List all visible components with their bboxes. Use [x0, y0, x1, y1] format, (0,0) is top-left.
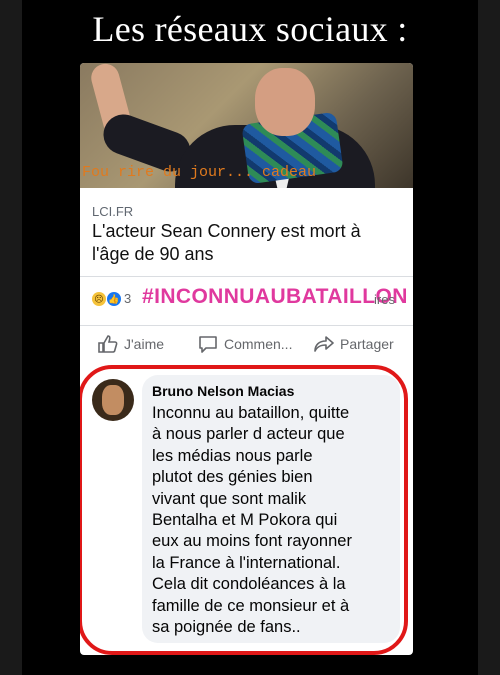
share-icon [314, 336, 334, 352]
hashtag-overlay: #INCONNUAUBATAILLON [142, 285, 408, 308]
commenter-name[interactable]: Bruno Nelson Macias [152, 383, 294, 399]
facebook-post-card: Fou rire du jour... cadeau LCI.FR L'acte… [80, 63, 413, 655]
comment-label: Commen... [224, 336, 293, 352]
comment-text: Inconnu au bataillon, quitte à nous parl… [152, 404, 352, 637]
share-button[interactable]: Partager [314, 335, 394, 353]
like-button[interactable]: J'aime [98, 335, 164, 353]
overlay-caption-text: Fou rire du jour... cadeau [82, 164, 317, 181]
like-label: J'aime [124, 336, 165, 352]
right-dark-panel [478, 0, 500, 675]
comment-icon [199, 336, 217, 353]
comments-count[interactable]: ires [374, 292, 395, 307]
comment: Bruno Nelson Macias Inconnu au bataillon… [80, 365, 413, 655]
story-title: Les réseaux sociaux : [92, 9, 408, 49]
share-label: Partager [340, 336, 394, 352]
commenter-avatar[interactable] [92, 379, 134, 421]
left-dark-panel [0, 0, 22, 675]
divider [80, 276, 413, 277]
link-headline[interactable]: L'acteur Sean Connery est mort à l'âge d… [92, 220, 402, 266]
reaction-summary[interactable]: ☹ 👍 3 [92, 291, 131, 306]
like-reaction-icon: 👍 [107, 291, 121, 306]
divider [80, 325, 413, 326]
comment-button[interactable]: Commen... [198, 335, 292, 353]
reaction-count: 3 [124, 291, 132, 306]
link-source: LCI.FR [92, 204, 134, 219]
thumbs-up-icon [98, 335, 118, 353]
post-actions-bar: J'aime Commen... Partager [80, 333, 413, 361]
comment-bubble: Bruno Nelson Macias Inconnu au bataillon… [142, 375, 400, 643]
sad-reaction-icon: ☹ [92, 291, 106, 306]
